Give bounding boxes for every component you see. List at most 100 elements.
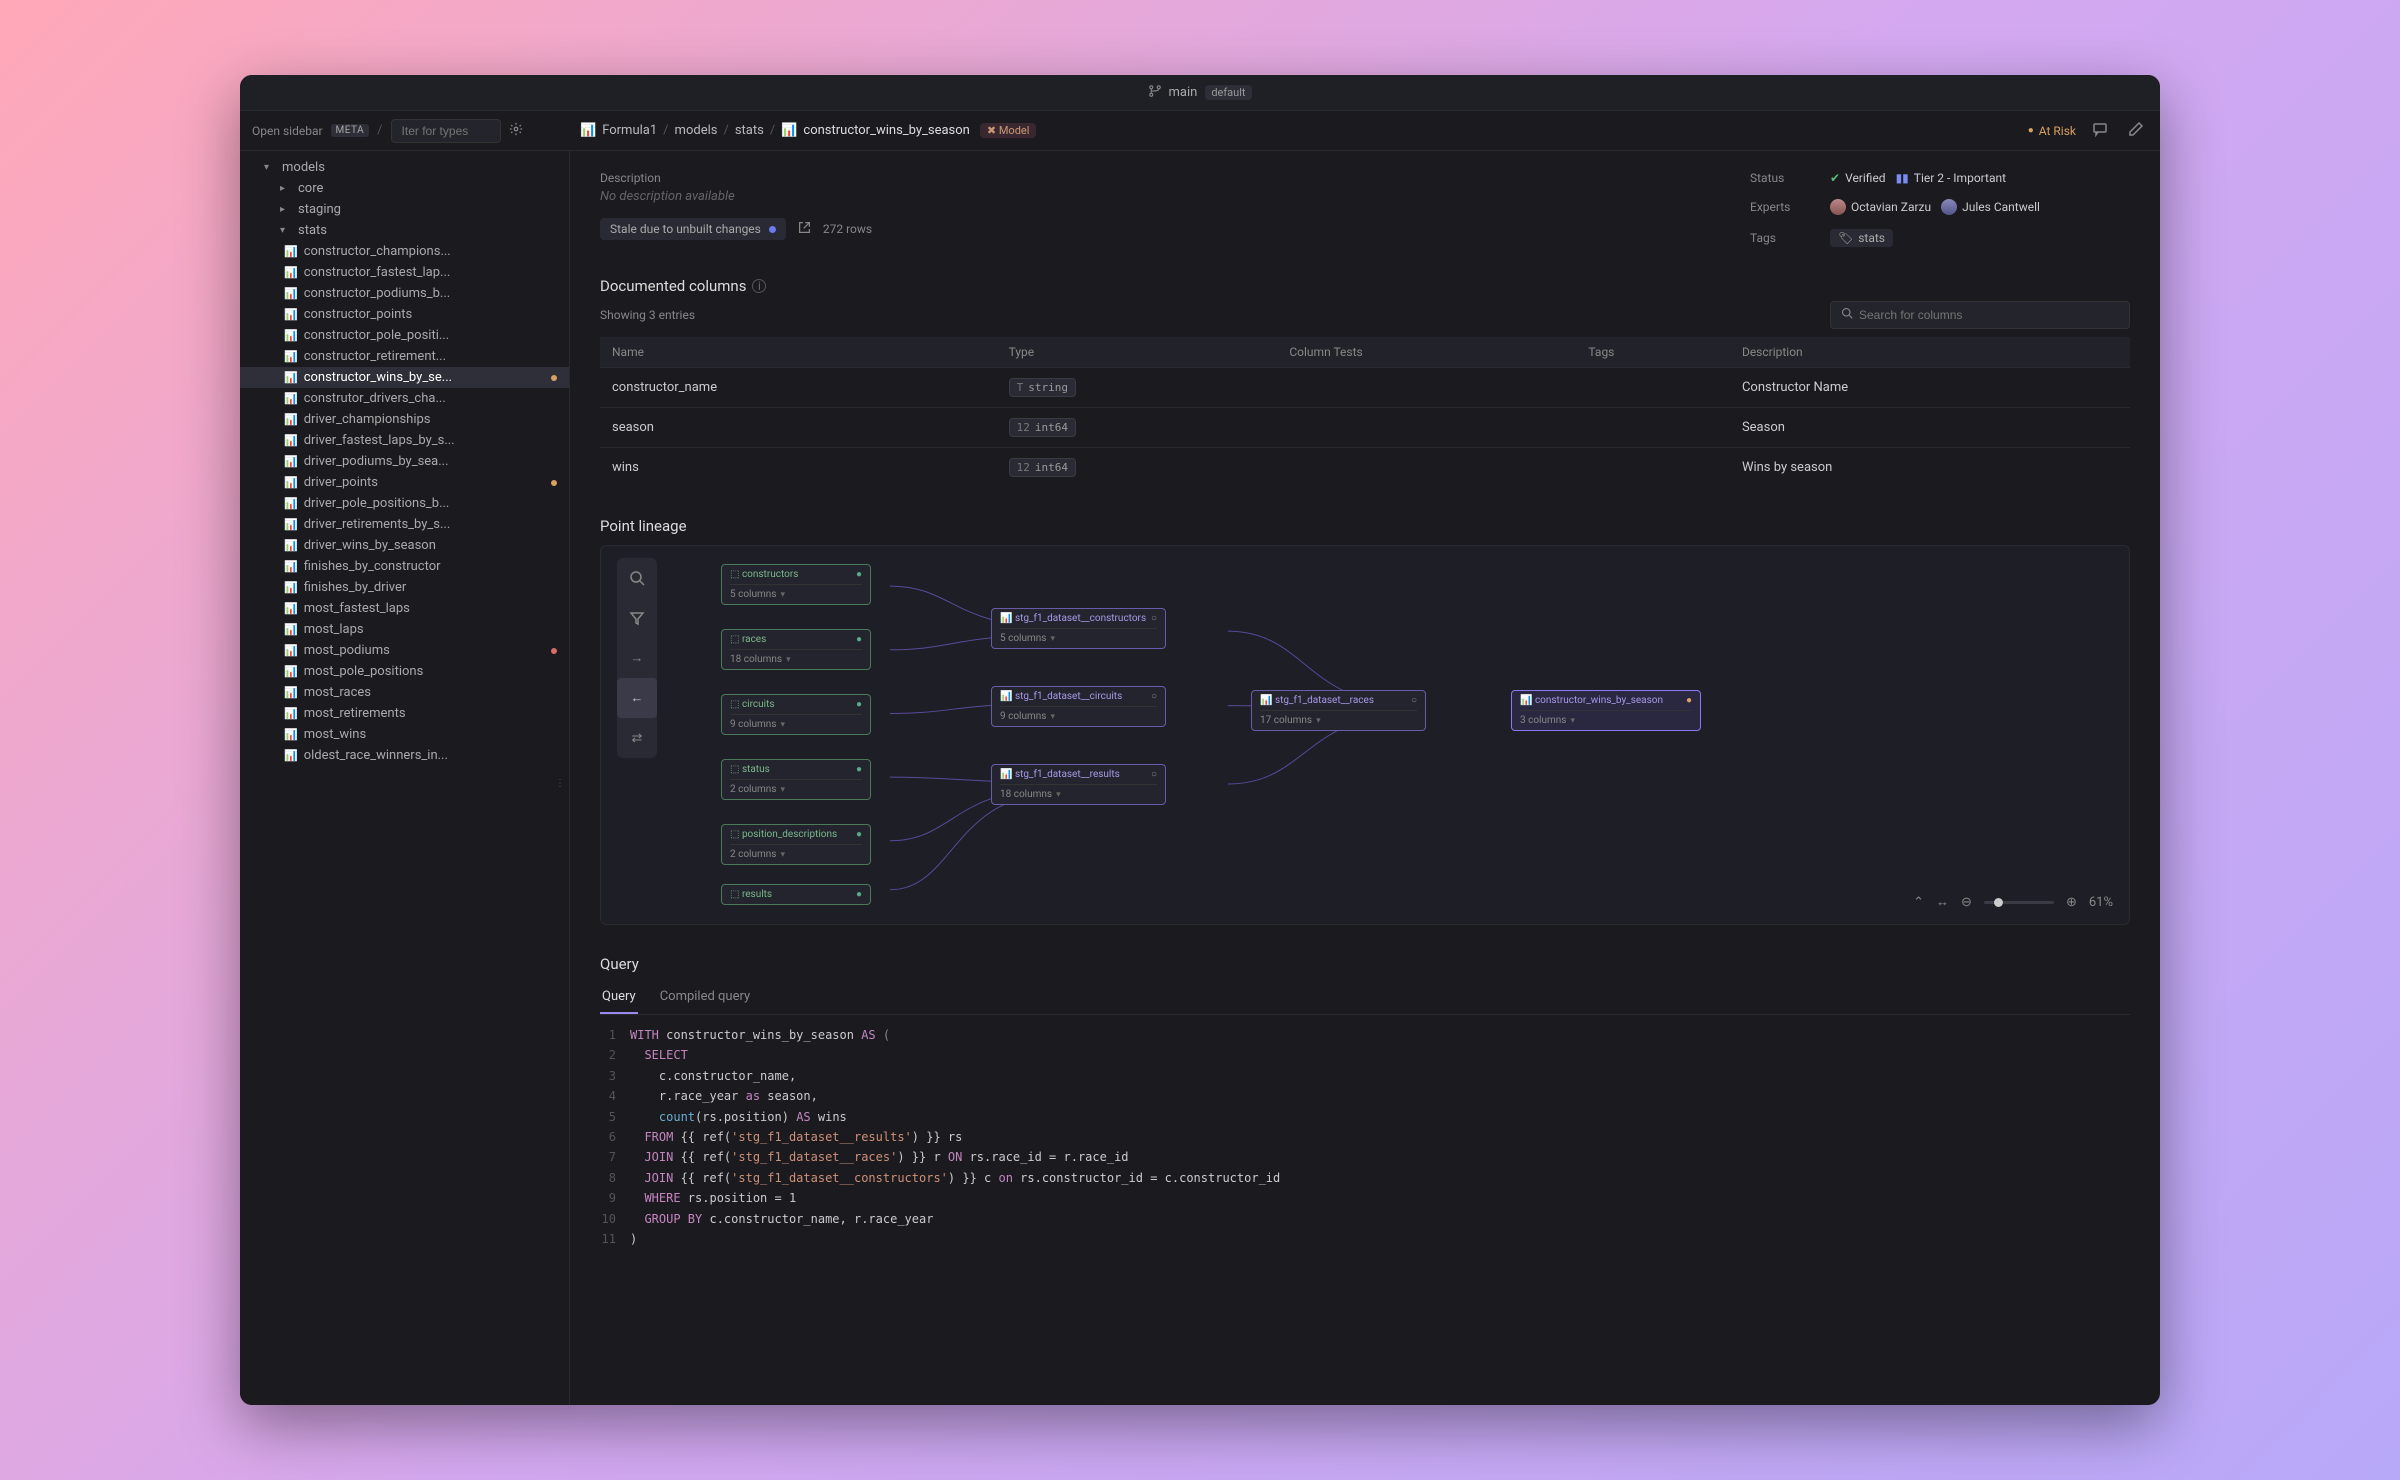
tree-folder-core[interactable]: ▸ core: [240, 178, 569, 199]
sidebar-item[interactable]: 📊 most_podiums: [240, 640, 569, 661]
at-risk-badge[interactable]: At Risk: [2028, 124, 2076, 138]
sidebar-item[interactable]: 📊 driver_pole_positions_b...: [240, 493, 569, 514]
sidebar-item[interactable]: 📊 most_pole_positions: [240, 661, 569, 682]
info-icon[interactable]: i: [752, 279, 766, 293]
sidebar-item[interactable]: 📊 driver_wins_by_season: [240, 535, 569, 556]
sidebar-item[interactable]: 📊 construtor_drivers_cha...: [240, 388, 569, 409]
sidebar-item[interactable]: 📊 constructor_points: [240, 304, 569, 325]
breadcrumb-models[interactable]: models: [675, 123, 718, 138]
lineage-node[interactable]: ⬚ races●18 columns ▾: [721, 629, 871, 670]
model-icon: 📊: [284, 497, 298, 510]
model-icon: 📊: [284, 518, 298, 531]
sidebar-item[interactable]: 📊 finishes_by_driver: [240, 577, 569, 598]
sidebar-item[interactable]: 📊 driver_podiums_by_sea...: [240, 451, 569, 472]
zoom-slider[interactable]: [1984, 901, 2054, 904]
sidebar-item-label: most_podiums: [304, 643, 545, 658]
table-row[interactable]: constructor_name Tstring Constructor Nam…: [600, 368, 2130, 408]
sidebar-item[interactable]: 📊 driver_championships: [240, 409, 569, 430]
sidebar-item[interactable]: 📊 most_retirements: [240, 703, 569, 724]
lineage-node[interactable]: 📊 stg_f1_dataset__circuits○9 columns ▾: [991, 686, 1166, 727]
sidebar-item-label: driver_podiums_by_sea...: [304, 454, 557, 469]
col-header-name[interactable]: Name: [600, 337, 997, 368]
sidebar: ▾ models ▸ core ▸ staging ▾ stats 📊 cons…: [240, 151, 570, 1405]
table-row[interactable]: season 12int64 Season: [600, 408, 2130, 448]
model-icon: 📊: [284, 392, 298, 405]
breadcrumb-project[interactable]: Formula1: [602, 123, 657, 138]
sidebar-item[interactable]: 📊 oldest_race_winners_in...: [240, 745, 569, 766]
sidebar-item[interactable]: 📊 driver_retirements_by_s...: [240, 514, 569, 535]
model-icon: 📊: [284, 623, 298, 636]
sidebar-item-label: constructor_wins_by_se...: [304, 370, 545, 385]
avatar-icon: [1941, 199, 1957, 215]
gear-icon[interactable]: [509, 122, 523, 140]
breadcrumb-stats[interactable]: stats: [735, 123, 764, 138]
lineage-node[interactable]: ⬚ position_descriptions●2 columns ▾: [721, 824, 871, 865]
sidebar-item[interactable]: 📊 constructor_retirement...: [240, 346, 569, 367]
sidebar-item[interactable]: 📊 constructor_podiums_b...: [240, 283, 569, 304]
tab-query[interactable]: Query: [600, 981, 638, 1014]
description-label: Description: [600, 171, 1710, 185]
sidebar-item[interactable]: 📊 finishes_by_constructor: [240, 556, 569, 577]
sidebar-item-label: constructor_retirement...: [304, 349, 557, 364]
tree-folder-stats[interactable]: ▾ stats: [240, 220, 569, 241]
col-header-tests[interactable]: Column Tests: [1277, 337, 1576, 368]
col-header-desc[interactable]: Description: [1730, 337, 2130, 368]
columns-search-input[interactable]: [1859, 308, 2119, 322]
fit-icon[interactable]: ↔: [1936, 894, 1949, 910]
lineage-node[interactable]: ⬚ status●2 columns ▾: [721, 759, 871, 800]
lineage-node[interactable]: 📊 stg_f1_dataset__constructors○5 columns…: [991, 608, 1166, 649]
model-icon: 📊: [284, 665, 298, 678]
col-header-type[interactable]: Type: [997, 337, 1278, 368]
expert-chip[interactable]: Octavian Zarzu: [1830, 199, 1931, 215]
sidebar-item[interactable]: 📊 constructor_champions...: [240, 241, 569, 262]
zoom-out-icon[interactable]: ⊖: [1961, 895, 1972, 910]
code-line: 2 SELECT: [600, 1045, 2130, 1065]
code-line: 3 c.constructor_name,: [600, 1066, 2130, 1086]
lineage-node[interactable]: ⬚ results●: [721, 884, 871, 905]
sidebar-item[interactable]: 📊 most_wins: [240, 724, 569, 745]
comment-icon[interactable]: [2088, 117, 2112, 145]
sidebar-item[interactable]: 📊 most_laps: [240, 619, 569, 640]
tree-folder-staging[interactable]: ▸ staging: [240, 199, 569, 220]
tab-compiled[interactable]: Compiled query: [658, 981, 752, 1014]
sidebar-item-label: construtor_drivers_cha...: [304, 391, 557, 406]
type-filter-input[interactable]: [391, 119, 501, 143]
open-sidebar-button[interactable]: Open sidebar: [252, 124, 323, 138]
sidebar-item-label: driver_fastest_laps_by_s...: [304, 433, 557, 448]
collapse-icon[interactable]: ⌃: [1913, 895, 1924, 910]
tree-folder-models[interactable]: ▾ models: [240, 157, 569, 178]
expert-chip[interactable]: Jules Cantwell: [1941, 199, 2040, 215]
lineage-canvas[interactable]: → ← ⇄: [600, 545, 2130, 925]
lineage-node[interactable]: ⬚ circuits●9 columns ▾: [721, 694, 871, 735]
table-row[interactable]: wins 12int64 Wins by season: [600, 448, 2130, 488]
lineage-node[interactable]: 📊 stg_f1_dataset__results○18 columns ▾: [991, 764, 1166, 805]
zoom-in-icon[interactable]: ⊕: [2066, 895, 2077, 910]
code-editor[interactable]: 1WITH constructor_wins_by_season AS (2 S…: [600, 1025, 2130, 1249]
lineage-node[interactable]: ⬚ constructors●5 columns ▾: [721, 564, 871, 605]
resize-handle[interactable]: ⋮⋮: [555, 778, 570, 789]
lineage-node-target[interactable]: 📊 constructor_wins_by_season●3 columns ▾: [1511, 690, 1701, 731]
tag-chip[interactable]: 🏷 stats: [1830, 229, 1893, 247]
sidebar-item[interactable]: 📊 driver_points: [240, 472, 569, 493]
columns-search[interactable]: [1830, 301, 2130, 329]
model-icon: 📊: [284, 476, 298, 489]
sidebar-item[interactable]: 📊 constructor_pole_positi...: [240, 325, 569, 346]
caret-down-icon: ▾: [280, 225, 292, 236]
sidebar-item[interactable]: 📊 driver_fastest_laps_by_s...: [240, 430, 569, 451]
external-link-icon[interactable]: [798, 221, 811, 238]
caret-right-icon: ▸: [280, 183, 292, 194]
col-header-tags[interactable]: Tags: [1576, 337, 1730, 368]
sidebar-item[interactable]: 📊 constructor_fastest_lap...: [240, 262, 569, 283]
lineage-node[interactable]: 📊 stg_f1_dataset__races○17 columns ▾: [1251, 690, 1426, 731]
sidebar-item[interactable]: 📊 most_races: [240, 682, 569, 703]
sidebar-item-label: most_pole_positions: [304, 664, 557, 679]
model-icon: 📊: [284, 581, 298, 594]
sidebar-item[interactable]: 📊 constructor_wins_by_se...: [240, 367, 569, 388]
edit-icon[interactable]: [2124, 117, 2148, 145]
branch-name[interactable]: main: [1169, 85, 1198, 100]
sidebar-item[interactable]: 📊 most_fastest_laps: [240, 598, 569, 619]
model-icon: 📊: [284, 413, 298, 426]
sidebar-item-label: constructor_champions...: [304, 244, 557, 259]
stale-badge[interactable]: Stale due to unbuilt changes: [600, 218, 786, 240]
code-line: 5 count(rs.position) AS wins: [600, 1107, 2130, 1127]
